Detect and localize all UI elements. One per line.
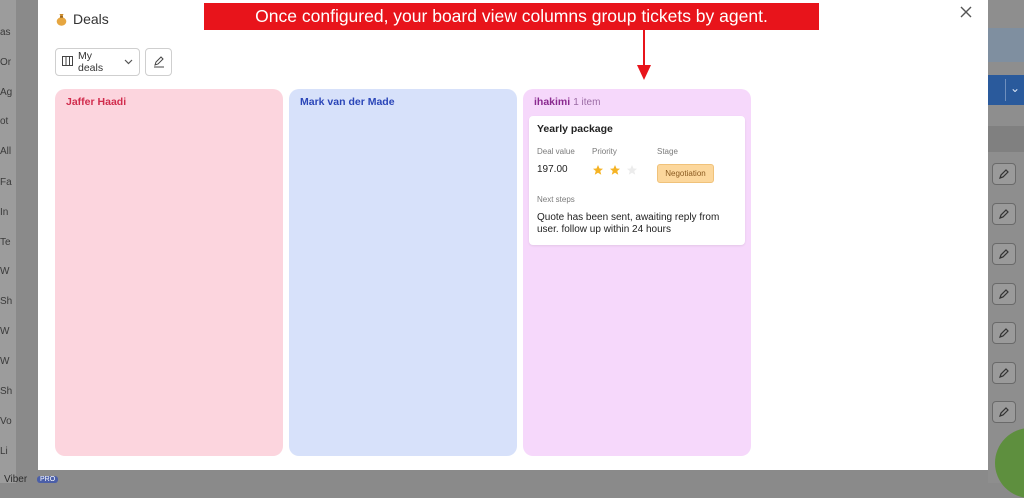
modal-title: Deals [73, 11, 109, 27]
money-bag-icon [56, 13, 67, 26]
sidebar-fragment: Or [0, 57, 12, 68]
column-title: ihakimi [534, 96, 571, 108]
column-header: ihakimi 1 item [534, 96, 600, 108]
next-steps-text: Quote has been sent, awaiting reply from… [537, 212, 720, 235]
priority-label: Priority [592, 147, 617, 156]
sidebar-fragment: Sh [0, 386, 13, 397]
background-table-header [988, 126, 1024, 152]
star-filled-icon [593, 165, 603, 175]
view-select-value: My deals [78, 50, 104, 74]
background-primary-button: ⌄ [988, 75, 1024, 105]
view-select[interactable]: My deals [55, 48, 140, 76]
pencil-icon [992, 243, 1016, 265]
pencil-icon [992, 322, 1016, 344]
priority-rating [592, 164, 638, 176]
pencil-icon [992, 203, 1016, 225]
star-filled-icon [610, 165, 620, 175]
sidebar-fragment: ot [0, 116, 9, 127]
column-title: Jaffer Haadi [66, 96, 127, 108]
annotation-arrow-icon [637, 30, 651, 80]
pro-badge: PRO [37, 476, 59, 483]
stage-badge: Negotiation [657, 164, 714, 183]
column-item-count: 1 item [573, 97, 601, 108]
modal-header: Deals [56, 11, 109, 27]
sidebar-fragment: W [0, 356, 10, 367]
sidebar-fragment: Vo [0, 416, 12, 427]
deal-value-label: Deal value [537, 147, 575, 156]
background-header-strip [988, 28, 1024, 62]
board-column: Jaffer Haadi [55, 89, 283, 456]
sidebar-fragment: Li [0, 446, 8, 457]
pencil-icon [992, 362, 1016, 384]
deal-card[interactable]: Yearly package Deal value 197.00 Priorit… [529, 116, 745, 245]
close-icon [960, 6, 972, 18]
sidebar-fragment: Te [0, 237, 11, 248]
pencil-icon [992, 283, 1016, 305]
sidebar-fragment: In [0, 207, 9, 218]
sidebar-fragment: W [0, 266, 10, 277]
next-steps-label: Next steps [537, 195, 575, 204]
viber-label: Viber [4, 474, 28, 485]
deal-value: 197.00 [537, 164, 568, 175]
pencil-icon [992, 163, 1016, 185]
deals-modal: Deals My deals Jaffer Haadi Mark van der… [38, 0, 988, 470]
column-title: Mark van der Made [300, 96, 395, 108]
sidebar-fragment: W [0, 326, 10, 337]
star-empty-icon [627, 165, 637, 175]
sidebar-fragment: Sh [0, 296, 13, 307]
deal-title: Yearly package [537, 123, 613, 135]
board-column: Mark van der Made [289, 89, 517, 456]
edit-view-button[interactable] [145, 48, 172, 76]
annotation-banner: Once configured, your board view columns… [204, 3, 819, 30]
pencil-icon [992, 401, 1016, 423]
close-button[interactable] [958, 4, 974, 20]
sidebar-fragment: as [0, 27, 11, 38]
edit-pen-icon [153, 56, 164, 68]
stage-label: Stage [657, 147, 678, 156]
sidebar-fragment: Fa [0, 177, 12, 188]
sidebar-fragment: Ag [0, 87, 13, 98]
board-column: ihakimi 1 item Yearly package Deal value … [523, 89, 751, 456]
board-view-icon [62, 55, 73, 69]
chevron-down-icon [124, 56, 133, 68]
sidebar-fragment: All [0, 146, 12, 157]
chevron-down-icon: ⌄ [1010, 81, 1021, 95]
